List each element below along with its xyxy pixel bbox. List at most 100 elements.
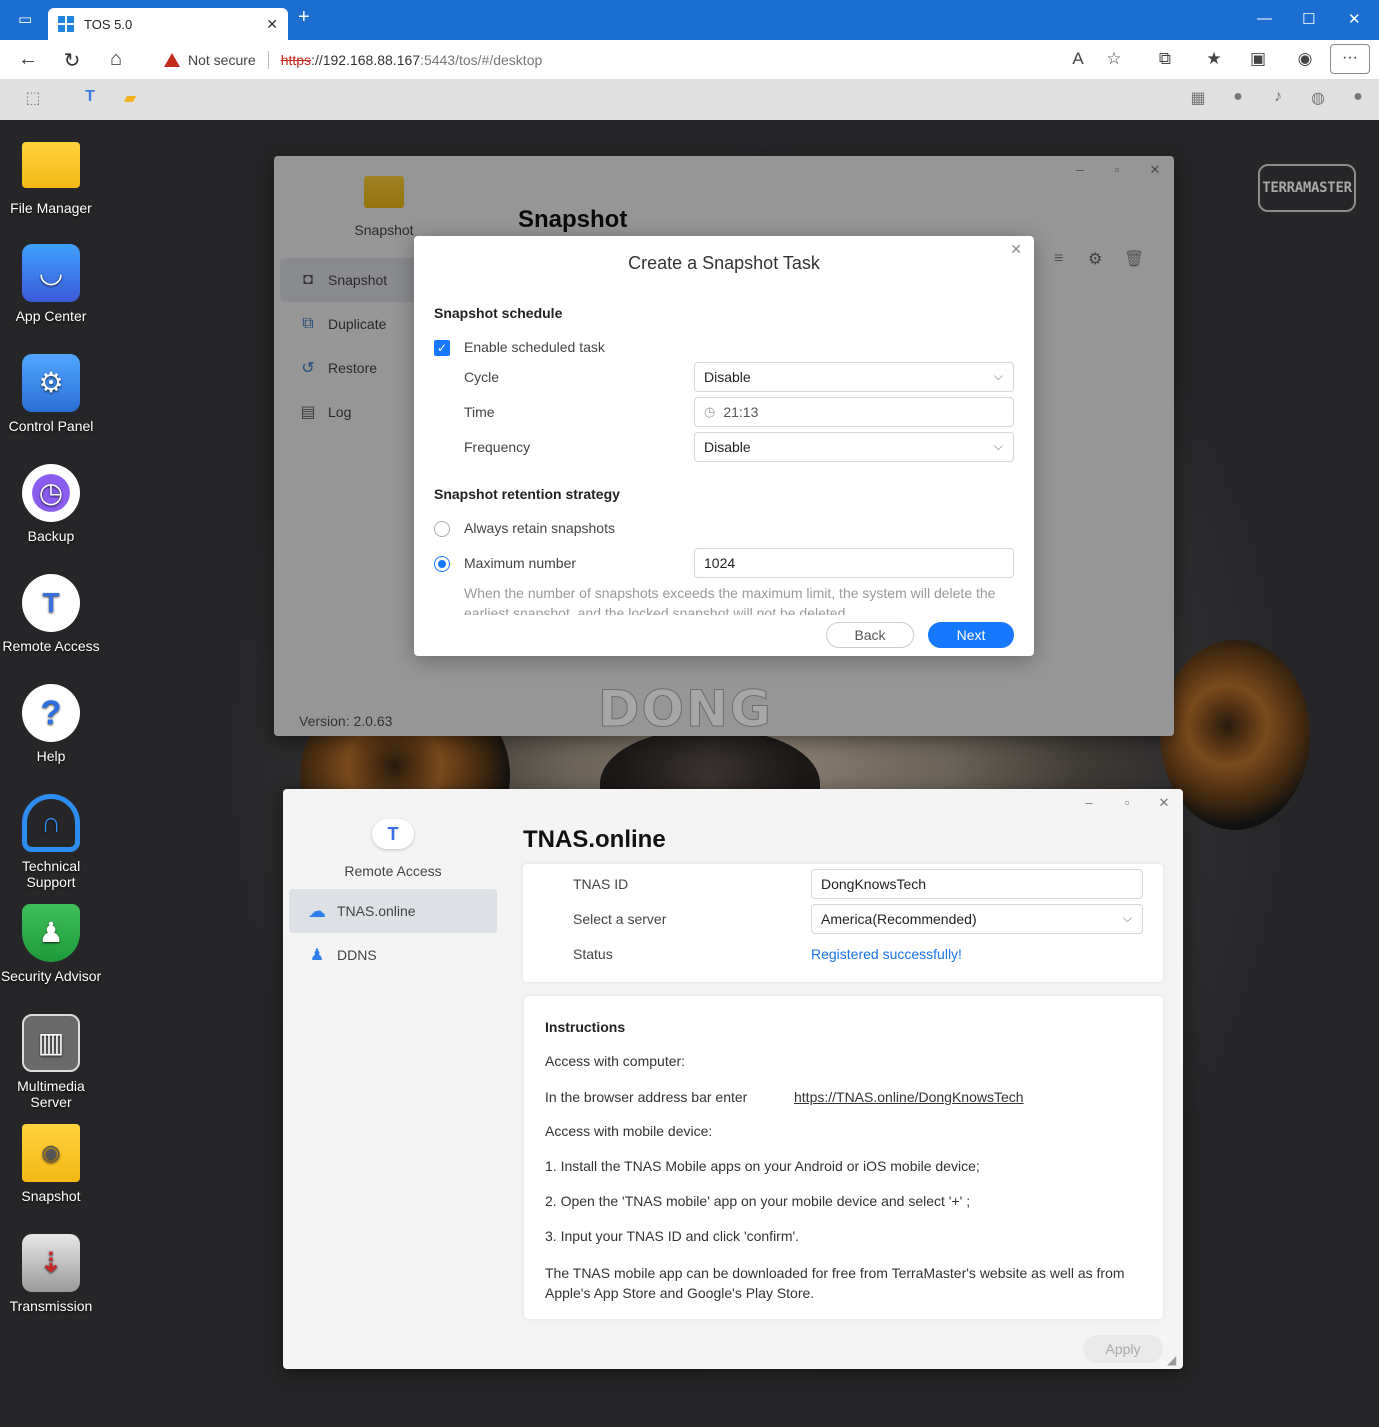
desktop-icon-technical-support[interactable]: ∩ Technical Support: [0, 794, 102, 890]
desktop-icon-label: Multimedia Server: [17, 1078, 85, 1110]
status-value: Registered successfully!: [811, 946, 962, 962]
collections-icon[interactable]: ▣: [1246, 49, 1270, 69]
browser-tab-bar: ▭ TOS 5.0 ✕ + — ☐ ✕: [0, 0, 1379, 40]
instructions-heading: Instructions: [545, 1019, 626, 1035]
desktop-icon-label: Technical Support: [21, 858, 81, 890]
desktop-icon-security-advisor[interactable]: ♟ Security Advisor: [0, 904, 102, 984]
frequency-select[interactable]: Disable ⌵: [694, 432, 1014, 462]
server-select[interactable]: America(Recommended) ⌵: [811, 904, 1143, 934]
next-button[interactable]: Next: [928, 622, 1014, 648]
back-icon[interactable]: ←: [16, 48, 40, 71]
user-icon[interactable]: ●: [1346, 88, 1370, 112]
maximum-number-radio[interactable]: [434, 556, 450, 572]
show-desktop-icon[interactable]: ⬚: [21, 88, 45, 112]
chat-icon[interactable]: ●: [1226, 88, 1250, 112]
remote-access-task-icon[interactable]: T: [78, 88, 102, 112]
desktop-icon-file-manager[interactable]: File Manager: [0, 136, 102, 216]
browser-instruction: In the browser address bar enter: [545, 1089, 748, 1105]
home-icon[interactable]: ⌂: [104, 48, 128, 71]
add-favorite-icon[interactable]: ☆: [1102, 49, 1126, 69]
desktop-icon-app-center[interactable]: ◡ App Center: [0, 244, 102, 324]
snapshot-task-icon[interactable]: ▰: [118, 88, 142, 112]
watermark: DONG: [598, 680, 773, 739]
globe-icon[interactable]: ◍: [1306, 88, 1330, 112]
url-divider: [267, 51, 269, 69]
read-aloud-icon[interactable]: A: [1066, 49, 1090, 69]
maximize-icon[interactable]: ☐: [1302, 10, 1315, 28]
desktop-icon-label: File Manager: [10, 200, 92, 216]
desktop-icon-transmission[interactable]: ⇣ Transmission: [0, 1234, 102, 1314]
maximum-number-input[interactable]: 1024: [694, 548, 1014, 578]
computer-access-text: Access with computer:: [545, 1053, 686, 1069]
chevron-down-icon: ⌵: [993, 369, 1003, 383]
schedule-heading: Snapshot schedule: [434, 305, 563, 321]
always-retain-radio[interactable]: [434, 521, 450, 537]
tab-title: TOS 5.0: [84, 16, 133, 32]
tnas-online-link[interactable]: https://TNAS.online/DongKnowsTech: [794, 1089, 1024, 1105]
minimize-icon[interactable]: –: [1079, 795, 1099, 810]
time-input[interactable]: ◷ 21:13: [694, 397, 1014, 427]
download-note: The TNAS mobile app can be downloaded fo…: [545, 1265, 1125, 1301]
desktop-icon-backup[interactable]: ◷ Backup: [0, 464, 102, 544]
apply-button[interactable]: Apply: [1083, 1335, 1163, 1363]
dialog-title: Create a Snapshot Task: [628, 253, 820, 273]
security-status[interactable]: Not secure: [188, 52, 256, 68]
cloud-icon: ☁: [308, 900, 326, 921]
frequency-value: Disable: [704, 439, 751, 455]
back-button[interactable]: Back: [826, 622, 914, 648]
tnas-id-input[interactable]: DongKnowsTech: [811, 869, 1143, 899]
profile-icon[interactable]: ◉: [1293, 49, 1317, 69]
close-tab-icon[interactable]: ✕: [266, 16, 278, 33]
gear-icon: ⚙: [22, 354, 80, 412]
remote-access-app-name: Remote Access: [344, 863, 442, 879]
sidebar-item-ddns[interactable]: ♟ DDNS: [289, 933, 497, 977]
close-icon[interactable]: ✕: [1010, 241, 1022, 258]
close-window-icon[interactable]: ✕: [1348, 10, 1361, 28]
time-value: 21:13: [723, 404, 759, 420]
tos-taskbar: ⬚ T ▰ ▦ ● ♪ ◍ ●: [0, 80, 1379, 120]
headset-icon: ∩: [22, 794, 80, 852]
cycle-select[interactable]: Disable ⌵: [694, 362, 1014, 392]
transmission-icon: ⇣: [22, 1234, 80, 1292]
frequency-label: Frequency: [464, 439, 531, 455]
clock-icon: ◷: [704, 404, 716, 419]
desktop-icon-help[interactable]: ? Help: [0, 684, 102, 764]
sidebar-item-label: TNAS.online: [337, 903, 416, 919]
maximum-number-value: 1024: [704, 555, 736, 571]
maximum-number-label: Maximum number: [464, 555, 577, 571]
enable-scheduled-checkbox[interactable]: ✓: [434, 340, 450, 356]
url-host: ://192.168.88.167: [311, 52, 421, 68]
warning-icon: [164, 53, 180, 67]
desktop-icon-snapshot[interactable]: ◉ Snapshot: [0, 1124, 102, 1204]
refresh-icon[interactable]: ↻: [60, 48, 84, 73]
desktop-icon-label: Control Panel: [8, 418, 94, 434]
extensions-icon[interactable]: ⧉: [1153, 49, 1177, 69]
minimize-icon[interactable]: —: [1257, 10, 1272, 27]
close-icon[interactable]: ✕: [1154, 795, 1174, 811]
resize-handle-icon[interactable]: ◢: [1167, 1353, 1176, 1367]
monitor-icon[interactable]: ▦: [1186, 88, 1210, 112]
clock-icon: ◷: [22, 464, 80, 522]
new-tab-icon[interactable]: +: [298, 6, 310, 29]
browser-tab[interactable]: TOS 5.0 ✕: [48, 8, 288, 40]
snapshot-folder-icon: ◉: [22, 1124, 80, 1182]
notification-bell-icon[interactable]: ♪: [1266, 88, 1290, 112]
desktop-icon-label: Snapshot: [21, 1188, 81, 1204]
question-icon: ?: [22, 684, 80, 742]
desktop-icon-control-panel[interactable]: ⚙ Control Panel: [0, 354, 102, 434]
step-3: 3. Input your TNAS ID and click 'confirm…: [545, 1228, 800, 1244]
desktop-icon-label: Transmission: [9, 1298, 93, 1314]
tab-actions-icon[interactable]: ▭: [18, 10, 32, 28]
maximize-icon[interactable]: ▫: [1117, 795, 1137, 810]
sidebar-item-tnas-online[interactable]: ☁ TNAS.online: [289, 889, 497, 933]
time-label: Time: [464, 404, 495, 420]
url-path: :5443/tos/#/desktop: [420, 52, 543, 68]
desktop-icon-multimedia-server[interactable]: ▥ Multimedia Server: [0, 1014, 102, 1110]
chevron-down-icon: ⌵: [1122, 911, 1132, 925]
desktop-icon-remote-access[interactable]: T Remote Access: [0, 574, 102, 654]
desktop-icon-label: Help: [36, 748, 66, 764]
favorites-icon[interactable]: ★: [1202, 49, 1226, 69]
url-field[interactable]: Not secure https://192.168.88.167:5443/t…: [148, 45, 1130, 75]
more-options-icon[interactable]: ···: [1330, 44, 1370, 74]
tnas-settings-card: TNAS ID DongKnowsTech Select a server Am…: [523, 864, 1163, 982]
